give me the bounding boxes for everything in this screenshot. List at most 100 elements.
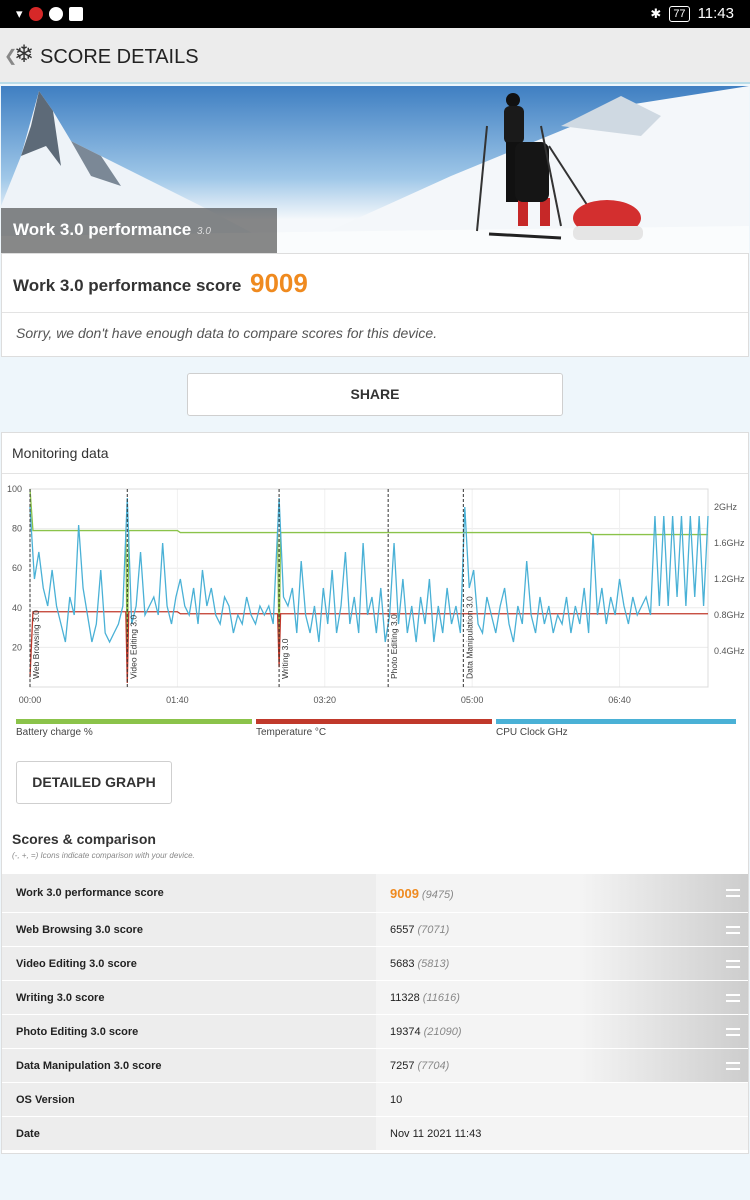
app-bar: ❮ ❄ SCORE DETAILS (0, 28, 750, 84)
y2-tick-label: 0.4GHz (714, 646, 745, 656)
status-bar: ▾ ✱ 77 11:43 (0, 0, 750, 28)
row-average: (7071) (417, 924, 450, 936)
monitoring-title: Monitoring data (12, 445, 109, 461)
row-value: 9009 (9475) (390, 886, 454, 901)
table-row: Web Browsing 3.0 score 6557 (7071) (2, 912, 748, 946)
row-value: 5683 (5813) (390, 958, 450, 970)
battery-icon: 77 (669, 5, 690, 22)
legend-temperature-bar (256, 719, 492, 724)
x-tick-label: 05:00 (461, 695, 484, 705)
y-tick-label: 100 (7, 484, 22, 494)
table-row: Writing 3.0 score 11328 (11616) (2, 980, 748, 1014)
row-value: 10 (390, 1094, 403, 1106)
legend-cpu-label: CPU Clock GHz (496, 727, 568, 738)
row-label: Photo Editing 3.0 score (16, 1026, 139, 1038)
hero-title: Work 3.0 performance (13, 220, 192, 239)
row-value-cell: 11328 (11616) (376, 981, 748, 1014)
row-average: (5813) (417, 958, 450, 970)
row-average: (7704) (417, 1060, 450, 1072)
table-row: Date Nov 11 2021 11:43 (2, 1116, 748, 1150)
row-label: Data Manipulation 3.0 score (16, 1060, 162, 1072)
equal-icon (726, 1028, 740, 1036)
row-label: Work 3.0 performance score (16, 887, 164, 899)
table-row: Work 3.0 performance score 9009 (9475) (2, 873, 748, 912)
detailed-graph-button[interactable]: DETAILED GRAPH (16, 761, 172, 804)
table-row: Data Manipulation 3.0 score 7257 (7704) (2, 1048, 748, 1082)
score-card: Work 3.0 performance score 9009 Sorry, w… (1, 253, 749, 357)
marker-label: Web Browsing 3.0 (31, 610, 41, 679)
row-label: Date (16, 1128, 40, 1140)
marker-label: Data Manipulation 3.0 (464, 596, 474, 679)
y-tick-label: 40 (12, 603, 22, 613)
app-icon (68, 7, 83, 21)
row-average: (9475) (421, 889, 454, 901)
y-tick-label: 20 (12, 642, 22, 652)
marker-label: Photo Editing 3.0 (389, 614, 399, 679)
row-value-cell: 9009 (9475) (376, 874, 748, 912)
snowflake-logo-icon: ❄ (14, 41, 35, 68)
hero-version: 3.0 (197, 226, 211, 237)
row-value: 19374 (21090) (390, 1026, 462, 1038)
x-tick-label: 01:40 (166, 695, 189, 705)
notification-icons: ▾ (16, 6, 83, 22)
equal-icon (726, 994, 740, 1002)
table-row: OS Version 10 (2, 1082, 748, 1116)
scores-subtitle: (-, +, =) Icons indicate comparison with… (12, 851, 195, 860)
row-value: 7257 (7704) (390, 1060, 450, 1072)
clock: 11:43 (697, 5, 734, 22)
row-value: 11328 (11616) (390, 992, 460, 1004)
facebook-icon (48, 7, 63, 21)
app-notification-icon (28, 7, 43, 21)
row-label: OS Version (16, 1094, 75, 1106)
monitoring-panel: Monitoring data 100 80 60 40 20 2GHz 1.6GHz 1.2… (1, 432, 749, 1154)
legend-battery-bar (16, 719, 252, 724)
row-value: 6557 (7071) (390, 924, 450, 936)
share-button[interactable]: SHARE (187, 373, 563, 416)
row-label: Writing 3.0 score (16, 992, 105, 1004)
table-row: Video Editing 3.0 score 5683 (5813) (2, 946, 748, 980)
equal-icon (726, 1062, 740, 1070)
monitoring-chart: 100 80 60 40 20 2GHz 1.6GHz 1.2GHz 0.8GHz 0.4GHz 0… (7, 484, 745, 705)
scores-title: Scores & comparison (12, 831, 156, 847)
row-label: Video Editing 3.0 score (16, 958, 137, 970)
table-row: Photo Editing 3.0 score 19374 (21090) (2, 1014, 748, 1048)
equal-icon (726, 889, 740, 897)
wifi-icon: ▾ (16, 6, 23, 21)
row-value-cell: 5683 (5813) (376, 947, 748, 980)
score-label: Work 3.0 performance score (13, 276, 242, 295)
row-value-cell: 6557 (7071) (376, 913, 748, 946)
marker-label: Video Editing 3.0 (128, 615, 138, 679)
compare-note: Sorry, we don't have enough data to comp… (16, 325, 438, 341)
x-tick-label: 06:40 (608, 695, 631, 705)
score-value: 9009 (250, 268, 308, 298)
row-average: (11616) (422, 992, 460, 1004)
bluetooth-icon: ✱ (650, 5, 662, 21)
legend-cpu-bar (496, 719, 736, 724)
y2-tick-label: 1.2GHz (714, 574, 745, 584)
row-label: Web Browsing 3.0 score (16, 924, 143, 936)
y2-tick-label: 1.6GHz (714, 538, 745, 548)
row-value-cell: Nov 11 2021 11:43 (376, 1117, 748, 1150)
y2-tick-label: 0.8GHz (714, 610, 745, 620)
y-tick-label: 80 (12, 524, 22, 534)
legend-temperature-label: Temperature °C (256, 727, 327, 738)
row-value-cell: 7257 (7704) (376, 1049, 748, 1082)
hero-caption: Work 3.0 performance 3.0 (1, 208, 277, 253)
status-right: ✱ 77 11:43 (650, 5, 734, 22)
x-tick-label: 00:00 (19, 695, 42, 705)
equal-icon (726, 960, 740, 968)
y-tick-label: 60 (12, 563, 22, 573)
marker-label: Writing 3.0 (280, 638, 290, 679)
equal-icon (726, 926, 740, 934)
row-value: Nov 11 2021 11:43 (390, 1128, 482, 1140)
divider (2, 473, 748, 474)
legend-battery-label: Battery charge % (16, 727, 93, 738)
row-value-cell: 10 (376, 1083, 748, 1116)
row-value-cell: 19374 (21090) (376, 1015, 748, 1048)
page-title: SCORE DETAILS (40, 46, 199, 68)
scores-table: Work 3.0 performance score 9009 (9475) We… (2, 873, 748, 1150)
x-tick-label: 03:20 (314, 695, 337, 705)
divider (2, 312, 748, 313)
row-average: (21090) (423, 1026, 462, 1038)
y2-tick-label: 2GHz (714, 502, 738, 512)
